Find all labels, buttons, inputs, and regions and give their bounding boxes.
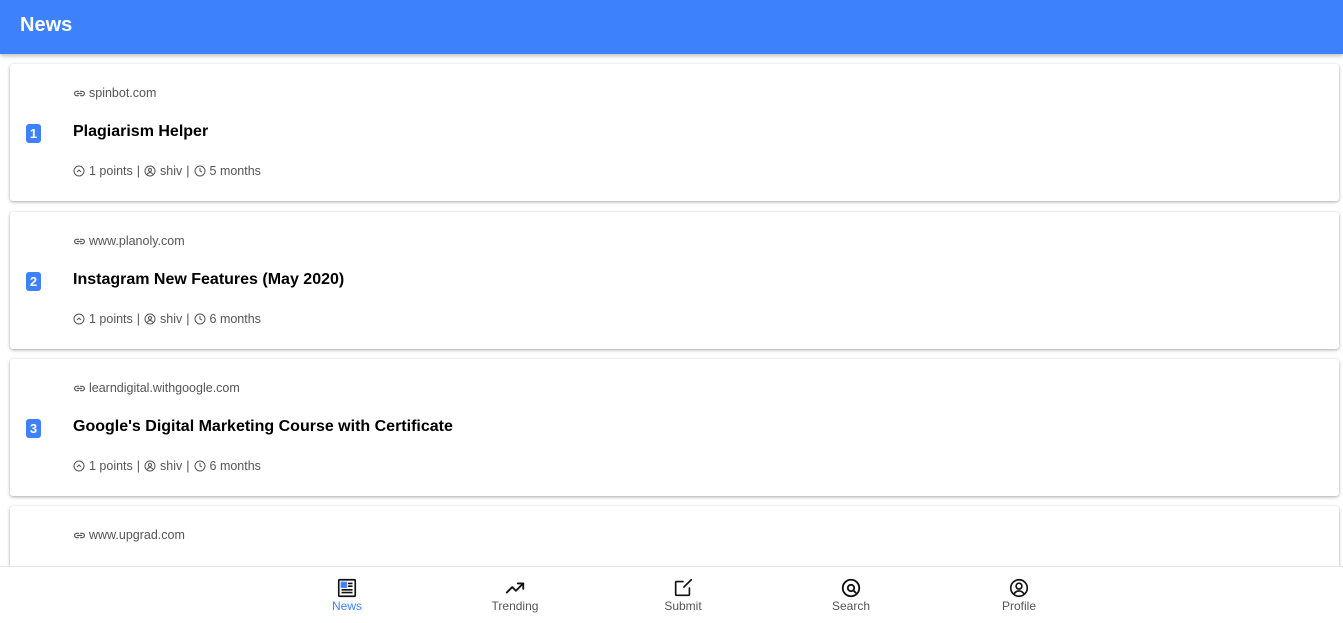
age-group: 5 months [194, 164, 261, 178]
clock-icon [194, 313, 206, 325]
points-group[interactable]: 1 points [73, 459, 133, 473]
story-title[interactable]: Plagiarism Helper [73, 123, 208, 141]
profile-icon [1009, 578, 1029, 598]
story-points: 1 points [89, 164, 133, 178]
story-domain-link[interactable]: www.planoly.com [73, 234, 185, 248]
link-icon [74, 238, 85, 244]
news-feed[interactable]: spinbot.com 1 Plagiarism Helper 1 points… [0, 54, 1343, 566]
clock-icon [194, 460, 206, 472]
story-author: shiv [160, 164, 183, 178]
nav-search[interactable]: Search [796, 577, 906, 613]
story-author: shiv [160, 312, 183, 326]
story-card[interactable]: spinbot.com 1 Plagiarism Helper 1 points… [10, 64, 1339, 201]
nav-news-label: News [331, 599, 362, 613]
upvote-icon [73, 165, 85, 177]
story-domain: spinbot.com [89, 86, 157, 100]
bottom-navigation: News Trending Submit Search Profile [0, 566, 1343, 623]
story-domain: learndigital.withgoogle.com [89, 381, 240, 395]
story-title[interactable]: Google's Digital Marketing Course with C… [73, 418, 453, 436]
points-group[interactable]: 1 points [73, 164, 133, 178]
meta-separator: | [136, 312, 141, 326]
meta-separator: | [136, 164, 141, 178]
story-card[interactable]: www.upgrad.com 4 [10, 506, 1339, 566]
story-domain: www.upgrad.com [89, 528, 185, 542]
story-points: 1 points [89, 312, 133, 326]
nav-trending-label: Trending [491, 599, 539, 613]
meta-separator: | [186, 164, 190, 178]
story-domain: www.planoly.com [89, 234, 185, 248]
story-rank-badge: 1 [26, 124, 41, 143]
story-card[interactable]: www.planoly.com 2 Instagram New Features… [10, 212, 1339, 349]
user-icon [144, 313, 156, 325]
story-age: 5 months [209, 164, 261, 178]
story-domain-link[interactable]: learndigital.withgoogle.com [73, 381, 240, 395]
search-icon [841, 578, 861, 598]
meta-separator: | [186, 459, 190, 473]
nav-news[interactable]: News [292, 577, 402, 613]
points-group[interactable]: 1 points [73, 312, 133, 326]
story-domain-link[interactable]: spinbot.com [73, 86, 156, 100]
nav-profile[interactable]: Profile [964, 577, 1074, 613]
story-points: 1 points [89, 459, 133, 473]
age-group: 6 months [194, 459, 261, 473]
author-group[interactable]: shiv [144, 459, 182, 473]
user-icon [144, 460, 156, 472]
newspaper-icon [337, 578, 357, 598]
app-bar: News [0, 0, 1343, 54]
story-meta: 1 points | shiv | 6 months [73, 459, 261, 473]
app-root: News spinbot.com 1 Plagiarism Helper 1 p… [0, 0, 1343, 623]
link-icon [74, 385, 85, 391]
story-title[interactable]: Instagram New Features (May 2020) [73, 271, 344, 289]
upvote-icon [73, 313, 85, 325]
age-group: 6 months [194, 312, 261, 326]
meta-separator: | [136, 459, 141, 473]
link-icon [74, 532, 85, 538]
edit-icon [674, 578, 693, 597]
nav-profile-label: Profile [1001, 599, 1036, 613]
story-rank-badge: 3 [26, 419, 41, 438]
story-meta: 1 points | shiv | 5 months [73, 164, 261, 178]
story-age: 6 months [209, 459, 261, 473]
author-group[interactable]: shiv [144, 312, 182, 326]
link-icon [74, 90, 85, 96]
story-domain-link[interactable]: www.upgrad.com [73, 528, 185, 542]
author-group[interactable]: shiv [144, 164, 182, 178]
story-age: 6 months [209, 312, 261, 326]
upvote-icon [73, 460, 85, 472]
meta-separator: | [186, 312, 190, 326]
trending-up-icon [505, 582, 525, 594]
nav-submit[interactable]: Submit [628, 577, 738, 613]
story-rank-badge: 2 [26, 272, 41, 291]
page-title: News [20, 14, 73, 36]
story-author: shiv [160, 459, 183, 473]
nav-trending[interactable]: Trending [460, 577, 570, 613]
clock-icon [194, 165, 206, 177]
user-icon [144, 165, 156, 177]
story-card[interactable]: learndigital.withgoogle.com 3 Google's D… [10, 359, 1339, 496]
nav-search-label: Search [831, 599, 871, 613]
story-meta: 1 points | shiv | 6 months [73, 312, 261, 326]
nav-submit-label: Submit [664, 599, 702, 613]
